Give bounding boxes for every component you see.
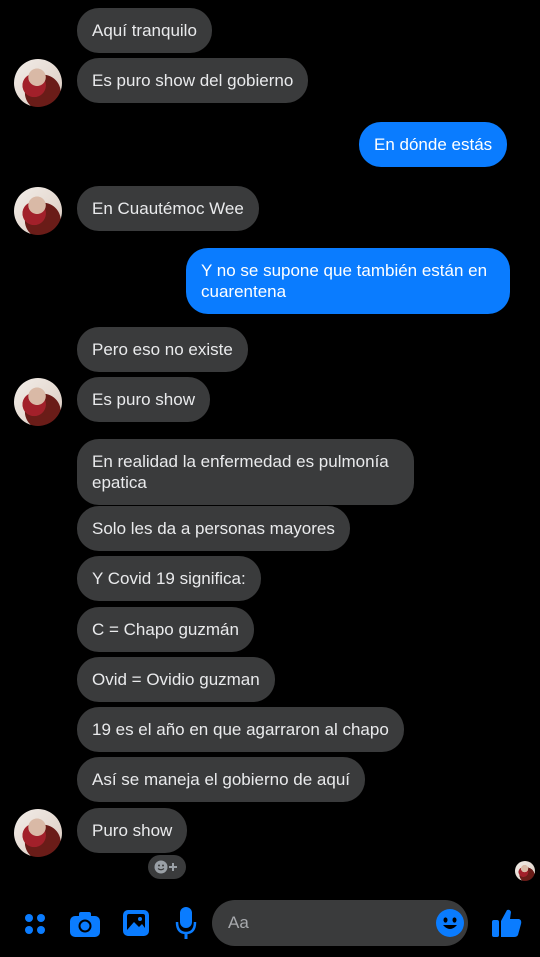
incoming-message[interactable]: Puro show [77, 808, 188, 853]
incoming-message[interactable]: Solo les da a personas mayores [77, 506, 350, 551]
incoming-message[interactable]: C = Chapo guzmán [77, 607, 254, 652]
incoming-message[interactable]: Ovid = Ovidio guzman [77, 657, 275, 702]
incoming-message[interactable]: Y Covid 19 significa: [77, 556, 261, 601]
incoming-message[interactable]: Así se maneja el gobierno de aquí [77, 757, 366, 802]
emoji-plus-icon [154, 860, 177, 874]
incoming-message[interactable]: 19 es el año en que agarraron al chapo [77, 707, 404, 752]
read-receipt-avatar [515, 861, 535, 881]
incoming-message[interactable]: Pero eso no existe [77, 327, 248, 372]
incoming-message[interactable]: En realidad la enfermedad es pulmonía ep… [77, 439, 414, 505]
add-reaction-button[interactable] [148, 855, 186, 879]
incoming-message[interactable]: Es puro show del gobierno [77, 58, 309, 103]
emoji-button[interactable] [434, 907, 466, 939]
incoming-message[interactable]: Es puro show [77, 377, 210, 422]
message-input[interactable]: Aa [212, 900, 468, 946]
contact-avatar[interactable] [14, 378, 62, 426]
contact-avatar[interactable] [14, 59, 62, 107]
message-input-placeholder: Aa [228, 913, 249, 932]
gallery-button[interactable] [120, 907, 152, 939]
camera-button[interactable] [68, 907, 102, 941]
microphone-button[interactable] [172, 905, 200, 941]
outgoing-message[interactable]: En dónde estás [359, 122, 508, 167]
menu-grid-icon [25, 914, 45, 934]
contact-avatar[interactable] [14, 187, 62, 235]
microphone-icon [175, 907, 197, 939]
incoming-message[interactable]: Aquí tranquilo [77, 8, 212, 53]
like-button[interactable] [490, 905, 524, 941]
contact-avatar[interactable] [14, 809, 62, 857]
thumbs-up-icon [492, 909, 522, 937]
outgoing-message[interactable]: Y no se supone que también están en cuar… [186, 248, 510, 314]
incoming-message[interactable]: En Cuautémoc Wee [77, 186, 259, 231]
emoji-icon [436, 909, 464, 937]
camera-icon [70, 912, 100, 937]
menu-grid-button[interactable] [20, 909, 50, 939]
gallery-icon [123, 910, 149, 936]
